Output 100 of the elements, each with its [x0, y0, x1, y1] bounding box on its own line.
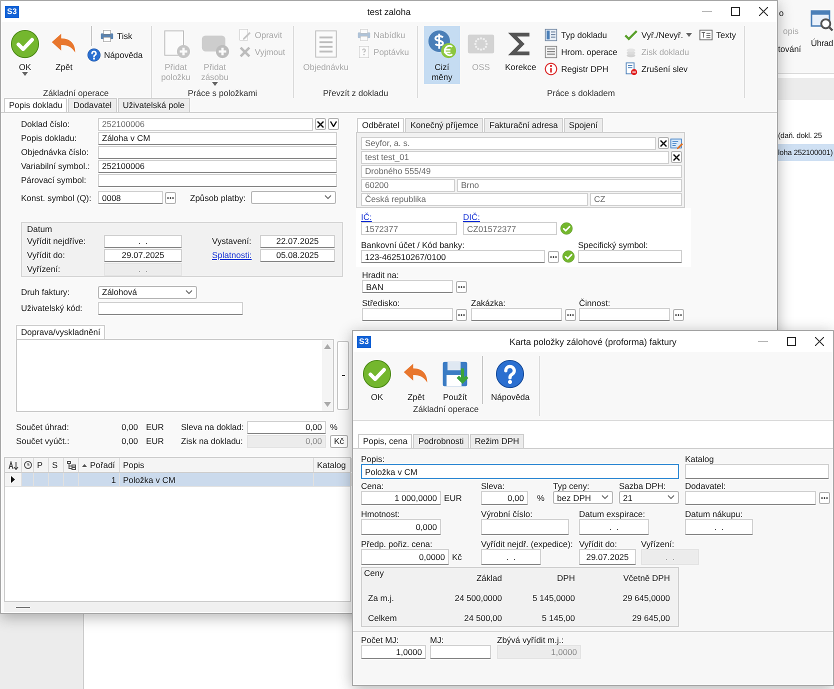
- input-field[interactable]: . .: [104, 234, 182, 248]
- browse-button[interactable]: [456, 280, 467, 292]
- browse-button[interactable]: [673, 308, 684, 320]
- dropdown-button[interactable]: [328, 118, 339, 130]
- tab[interactable]: Uživatelská pole: [118, 98, 190, 112]
- browse-button[interactable]: [819, 492, 830, 504]
- ribbon-button[interactable]: Hrom. operace: [542, 43, 620, 60]
- scrollbar[interactable]: [322, 339, 334, 412]
- input-field[interactable]: . .: [685, 519, 753, 535]
- tab[interactable]: Konečný příjemce: [405, 118, 484, 132]
- input-field[interactable]: 0,0000: [361, 549, 449, 565]
- ribbon-button[interactable]: OK: [359, 356, 395, 404]
- ribbon-button[interactable]: Úhrad: [810, 8, 834, 73]
- browse-button[interactable]: [165, 192, 176, 204]
- tab[interactable]: Odběratel: [357, 118, 404, 132]
- input-field[interactable]: 60200: [361, 178, 455, 192]
- link[interactable]: IČ:: [361, 212, 458, 222]
- input-field[interactable]: 05.08.2025: [260, 248, 335, 262]
- close-icon: [758, 7, 768, 16]
- column-header[interactable]: S: [49, 458, 64, 472]
- input-field[interactable]: [481, 519, 569, 535]
- input-field[interactable]: test test_01: [361, 150, 669, 164]
- input-field[interactable]: [578, 250, 682, 263]
- clear-button[interactable]: [671, 151, 682, 163]
- input-field[interactable]: [98, 302, 243, 314]
- tab[interactable]: Dodavatel: [68, 98, 117, 112]
- tab[interactable]: Popis, cena: [358, 434, 412, 448]
- ribbon-button[interactable]: Typ dokladu: [542, 26, 620, 43]
- tab[interactable]: Podrobnosti: [413, 434, 469, 448]
- input-field[interactable]: 123-462510267/0100: [361, 250, 545, 263]
- input-field[interactable]: Česká republika: [361, 192, 588, 206]
- input-field[interactable]: 252100006: [98, 160, 337, 172]
- input-field[interactable]: 29.07.2025: [579, 549, 636, 565]
- input-field[interactable]: [685, 491, 816, 505]
- input-field[interactable]: 1572377: [361, 222, 457, 235]
- column-header[interactable]: Pořadí: [79, 458, 120, 472]
- input-field[interactable]: Záloha v CM: [98, 132, 337, 144]
- input-field[interactable]: 22.07.2025: [260, 234, 335, 248]
- dropdown[interactable]: 21: [619, 491, 679, 504]
- input-field[interactable]: CZ01572377: [463, 222, 557, 235]
- input-field[interactable]: Seyfor, a. s.: [361, 136, 656, 150]
- scrollbar[interactable]: [4, 602, 351, 612]
- browse-button[interactable]: [456, 308, 467, 320]
- clear-button[interactable]: [658, 137, 669, 149]
- ribbon-button[interactable]: Zpět: [46, 26, 82, 74]
- dropdown[interactable]: Zálohová: [98, 286, 197, 298]
- dropdown[interactable]: [251, 191, 336, 204]
- ribbon-button[interactable]: Zpět: [398, 356, 434, 404]
- ribbon-button[interactable]: Korekce: [502, 26, 540, 74]
- table-row[interactable]: 1 Položka v CM: [5, 473, 350, 487]
- input-field[interactable]: 1,0000: [361, 645, 426, 659]
- input-field[interactable]: [98, 146, 337, 158]
- ribbon-button[interactable]: Použít: [437, 356, 473, 404]
- ribbon-button[interactable]: o: [778, 8, 810, 26]
- input-field[interactable]: [98, 174, 337, 186]
- ribbon-button[interactable]: Texty: [697, 26, 738, 43]
- ribbon-button[interactable]: Zrušení slev: [622, 60, 694, 77]
- tab[interactable]: Fakturační adresa: [484, 118, 563, 132]
- input-field[interactable]: CZ: [590, 192, 682, 206]
- tab[interactable]: Popis dokladu: [4, 98, 68, 112]
- input-field[interactable]: [362, 308, 453, 321]
- input-field[interactable]: . .: [481, 549, 541, 565]
- field-label: Hradit na:: [362, 270, 400, 280]
- ribbon-button[interactable]: Nápověda: [85, 46, 145, 63]
- input-field[interactable]: 0,00: [481, 491, 528, 505]
- input-field[interactable]: [685, 464, 829, 479]
- column-header[interactable]: Popis: [120, 458, 314, 472]
- ribbon-button[interactable]: Vyř./Nevyř.: [622, 26, 694, 43]
- browse-button[interactable]: [565, 308, 576, 320]
- input-field[interactable]: 252100006: [98, 118, 313, 130]
- clear-button[interactable]: [315, 118, 326, 130]
- input-field[interactable]: . .: [579, 519, 649, 535]
- tab[interactable]: Doprava/vyskladnění: [16, 325, 106, 339]
- currency-button[interactable]: Kč: [330, 434, 348, 448]
- ribbon-button[interactable]: tování: [778, 44, 810, 62]
- ribbon-button[interactable]: OK: [7, 26, 43, 78]
- browse-button[interactable]: [548, 250, 559, 262]
- side-button[interactable]: [337, 341, 349, 410]
- dropdown[interactable]: bez DPH: [553, 491, 613, 504]
- column-header[interactable]: P: [34, 458, 49, 472]
- link[interactable]: Splatnosti:: [212, 250, 260, 260]
- ribbon-button[interactable]: Nápověda: [482, 356, 533, 404]
- ribbon-button[interactable]: Cizí měny: [424, 26, 460, 84]
- ribbon-button[interactable]: Registr DPH: [542, 60, 620, 77]
- input-field[interactable]: 29.07.2025: [104, 248, 182, 262]
- link[interactable]: DIČ:: [463, 212, 575, 222]
- input-field[interactable]: [471, 308, 562, 321]
- input-field[interactable]: [430, 645, 491, 659]
- tab[interactable]: Spojení: [564, 118, 603, 132]
- input-field[interactable]: [579, 308, 670, 321]
- input-field[interactable]: 0,000: [361, 519, 441, 535]
- input-field[interactable]: 0008: [98, 191, 163, 204]
- ribbon-button[interactable]: Tisk: [91, 26, 145, 46]
- input-field[interactable]: Drobného 555/49: [361, 164, 682, 178]
- input-field[interactable]: Brno: [457, 178, 682, 192]
- input-field[interactable]: Položka v CM: [361, 464, 679, 479]
- input-field[interactable]: 0,00: [247, 420, 326, 434]
- tab[interactable]: Režim DPH: [470, 434, 524, 448]
- input-field[interactable]: BAN: [362, 280, 453, 293]
- input-field[interactable]: 1 000,0000: [361, 491, 441, 505]
